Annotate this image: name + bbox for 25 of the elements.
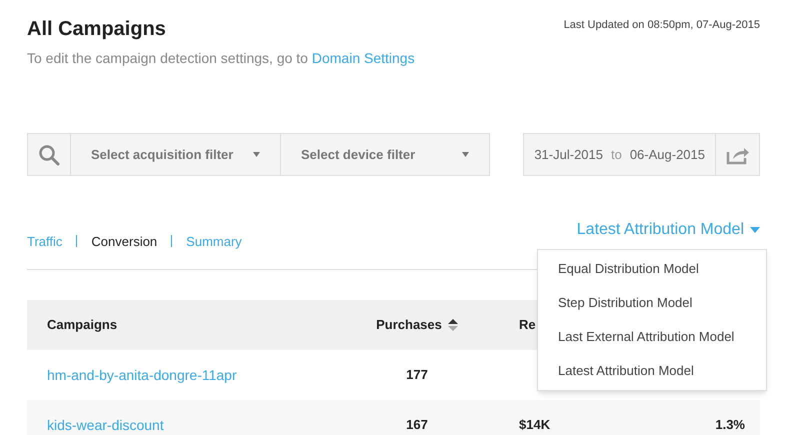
caret-icon xyxy=(750,227,760,233)
date-separator: to xyxy=(610,146,622,164)
table-cell-text: 1.3% xyxy=(714,416,746,434)
column-header: Campaigns xyxy=(46,316,118,334)
table-cell-text: $14K xyxy=(518,416,552,434)
sort-icon[interactable] xyxy=(448,319,458,331)
campaign-link[interactable]: hm-and-by-anita-dongre-11apr xyxy=(27,364,327,386)
table-cell-text: 177 xyxy=(405,366,429,384)
page-title: All Campaigns xyxy=(27,17,166,42)
start-date[interactable]: 31-Jul-2015 xyxy=(534,144,603,164)
settings-hint: To edit the campaign detection settings, go to Domain Settings xyxy=(27,49,416,68)
menu-item[interactable]: Equal Distribution Model xyxy=(538,252,766,286)
attribution-model-dropdown[interactable]: Latest Attribution Model xyxy=(576,218,760,242)
menu-item[interactable]: Latest Attribution Model xyxy=(538,354,766,388)
menu-item[interactable]: Step Distribution Model xyxy=(538,286,766,320)
view-tab[interactable]: Summary xyxy=(186,232,242,251)
end-date[interactable]: 06-Aug-2015 xyxy=(630,144,705,164)
last-updated-text: Last Updated on 08:50pm, 07-Aug-2015 xyxy=(564,18,760,33)
view-tab[interactable]: Conversion xyxy=(91,232,158,251)
domain-settings-link[interactable]: Domain Settings xyxy=(312,50,415,66)
column-header: Re xyxy=(518,316,537,334)
table-cell-text: 167 xyxy=(405,416,429,434)
menu-item[interactable]: Last External Attribution Model xyxy=(538,320,766,354)
column-header[interactable]: Purchases xyxy=(376,315,442,335)
view-tab[interactable]: Traffic xyxy=(27,232,62,251)
